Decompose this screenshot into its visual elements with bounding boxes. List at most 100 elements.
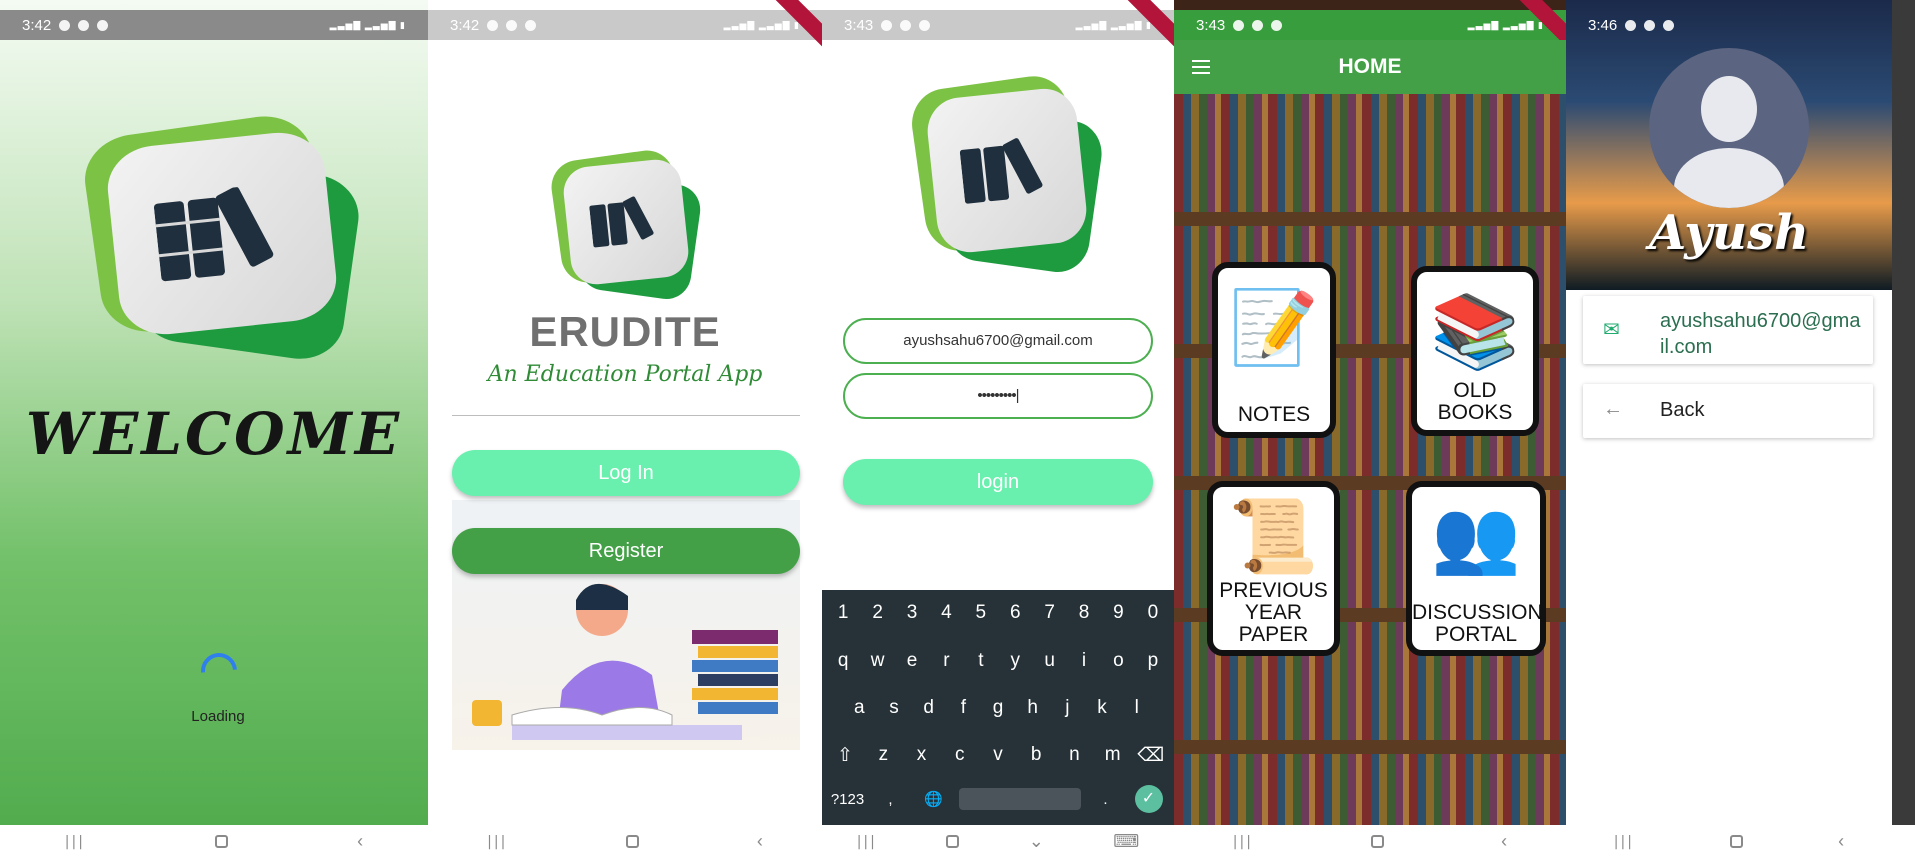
login-submit-button[interactable]: login: [843, 459, 1153, 505]
home-button[interactable]: [1370, 835, 1384, 848]
back-nav-button[interactable]: ‹: [1838, 831, 1844, 852]
keyboard-key[interactable]: 2: [860, 602, 894, 624]
keyboard-key[interactable]: e: [895, 650, 929, 672]
space-key[interactable]: [958, 788, 1081, 810]
gallery-icon: [487, 19, 499, 31]
status-bar: 3:46: [1566, 10, 1892, 40]
back-nav-button[interactable]: ‹: [757, 831, 763, 852]
keyboard-key[interactable]: n: [1055, 744, 1093, 767]
keyboard-row-top: qwertyuiop: [822, 650, 1174, 672]
message-icon: [525, 19, 537, 31]
hide-keyboard-icon[interactable]: ⌄: [1029, 831, 1044, 852]
home-button[interactable]: [1729, 835, 1743, 848]
keyboard-key[interactable]: y: [998, 650, 1032, 672]
android-nav-bar: ||| ‹: [1566, 825, 1892, 858]
recents-button[interactable]: |||: [1233, 834, 1253, 850]
keyboard-key[interactable]: l: [1119, 697, 1154, 719]
keyboard-key[interactable]: d: [911, 697, 946, 719]
books-logo-icon: [153, 185, 274, 281]
notes-icon: 📝: [1229, 288, 1319, 368]
keyboard-key[interactable]: j: [1050, 697, 1085, 719]
back-arrow-icon: ←: [1603, 398, 1623, 420]
tile-label: PREVIOUS YEAR PAPER: [1219, 579, 1328, 646]
keyboard-key[interactable]: u: [1032, 650, 1066, 672]
whatsapp-icon: [59, 19, 71, 31]
books-logo-icon: [959, 137, 1043, 204]
status-bar: 3:43 ▂▃▅▇ ▂▃▅▇ ▮: [822, 10, 1174, 40]
home-button[interactable]: [625, 835, 639, 848]
keyboard-key[interactable]: c: [941, 744, 979, 767]
keyboard-key[interactable]: 9: [1101, 602, 1135, 624]
recents-button[interactable]: |||: [857, 834, 877, 850]
keyboard-key[interactable]: b: [1017, 744, 1055, 767]
android-nav-bar: ||| ⌄ ⌨: [822, 825, 1174, 858]
tile-label: DISCUSSION PORTAL: [1412, 601, 1543, 646]
discussion-portal-tile[interactable]: 👥 DISCUSSION PORTAL: [1406, 481, 1546, 656]
keyboard-key[interactable]: 3: [895, 602, 929, 624]
keyboard-key[interactable]: g: [981, 697, 1016, 719]
tile-label: NOTES: [1237, 403, 1311, 426]
keyboard-key[interactable]: t: [964, 650, 998, 672]
done-check-icon[interactable]: ✓: [1134, 785, 1163, 813]
keyboard-key[interactable]: h: [1015, 697, 1050, 719]
back-nav-button[interactable]: ‹: [357, 831, 363, 852]
avatar: [1649, 48, 1809, 208]
period-key[interactable]: .: [1084, 791, 1127, 808]
home-screen: 3:43 ▂▃▅▇ ▂▃▅▇ ▮ HOME 📝 NOTES 📚 OLD BOOK…: [1174, 0, 1566, 858]
back-card[interactable]: ← Back: [1583, 384, 1873, 438]
home-button[interactable]: [214, 835, 228, 848]
gallery-icon: [1644, 19, 1656, 31]
recents-button[interactable]: |||: [1614, 834, 1634, 850]
keyboard-key[interactable]: 0: [1136, 602, 1170, 624]
keyboard-key[interactable]: 8: [1067, 602, 1101, 624]
recents-button[interactable]: |||: [65, 834, 85, 850]
register-button[interactable]: Register: [452, 528, 800, 574]
keyboard-key[interactable]: r: [929, 650, 963, 672]
home-button[interactable]: [946, 835, 960, 848]
whatsapp-icon: [881, 19, 893, 31]
notes-tile[interactable]: 📝 NOTES: [1212, 262, 1336, 438]
status-bar: 3:42 ▂▃▅▇ ▂▃▅▇ ▮: [0, 10, 428, 40]
keyboard-key[interactable]: 5: [964, 602, 998, 624]
keyboard-key[interactable]: q: [826, 650, 860, 672]
password-field[interactable]: •••••••••|: [843, 373, 1153, 419]
keyboard-key[interactable]: ⇧: [826, 744, 864, 767]
keyboard-key[interactable]: w: [860, 650, 894, 672]
keyboard-key[interactable]: s: [877, 697, 912, 719]
previous-year-paper-tile[interactable]: 📜 PREVIOUS YEAR PAPER: [1207, 481, 1340, 656]
signal-icon: ▂▃▅▇ ▂▃▅▇ ▮: [723, 19, 800, 30]
keyboard-key[interactable]: 7: [1032, 602, 1066, 624]
keyboard-key[interactable]: z: [864, 744, 902, 767]
login-button[interactable]: Log In: [452, 450, 800, 496]
back-nav-button[interactable]: ‹: [1501, 831, 1507, 852]
status-time: 3:42: [450, 16, 480, 34]
loading-spinner: [193, 645, 245, 697]
old-books-tile[interactable]: 📚 OLD BOOKS: [1411, 266, 1539, 436]
keyboard-switch-icon[interactable]: ⌨: [1113, 831, 1139, 852]
keyboard-key[interactable]: 6: [998, 602, 1032, 624]
keyboard-key[interactable]: m: [1094, 744, 1132, 767]
onscreen-keyboard: 1234567890 qwertyuiop asdfghjkl ⇧ z x c v b n m…: [822, 590, 1174, 825]
keyboard-key[interactable]: o: [1101, 650, 1135, 672]
keyboard-key[interactable]: 4: [929, 602, 963, 624]
keyboard-key[interactable]: k: [1085, 697, 1120, 719]
user-name: Ayush: [1648, 205, 1809, 261]
keyboard-row-space: ?123 , 🌐 . ✓: [822, 785, 1174, 813]
mail-icon: ✉: [1603, 319, 1620, 341]
keyboard-key[interactable]: p: [1136, 650, 1170, 672]
email-field[interactable]: ayushsahu6700@gmail.com: [843, 318, 1153, 364]
globe-icon[interactable]: 🌐: [912, 790, 955, 808]
keyboard-key[interactable]: a: [842, 697, 877, 719]
keyboard-key[interactable]: v: [979, 744, 1017, 767]
keyboard-key[interactable]: i: [1067, 650, 1101, 672]
keyboard-key[interactable]: x: [902, 744, 940, 767]
comma-key[interactable]: ,: [869, 791, 912, 808]
keyboard-key[interactable]: ⌫: [1132, 744, 1170, 767]
symbols-key[interactable]: ?123: [826, 791, 869, 808]
app-name: ERUDITE: [529, 308, 721, 355]
keyboard-key[interactable]: 1: [826, 602, 860, 624]
signal-icon: ▂▃▅▇ ▂▃▅▇ ▮: [1075, 19, 1152, 30]
keyboard-key[interactable]: f: [946, 697, 981, 719]
recents-button[interactable]: |||: [487, 834, 507, 850]
status-bar: 3:43 ▂▃▅▇ ▂▃▅▇ ▮: [1174, 10, 1566, 40]
